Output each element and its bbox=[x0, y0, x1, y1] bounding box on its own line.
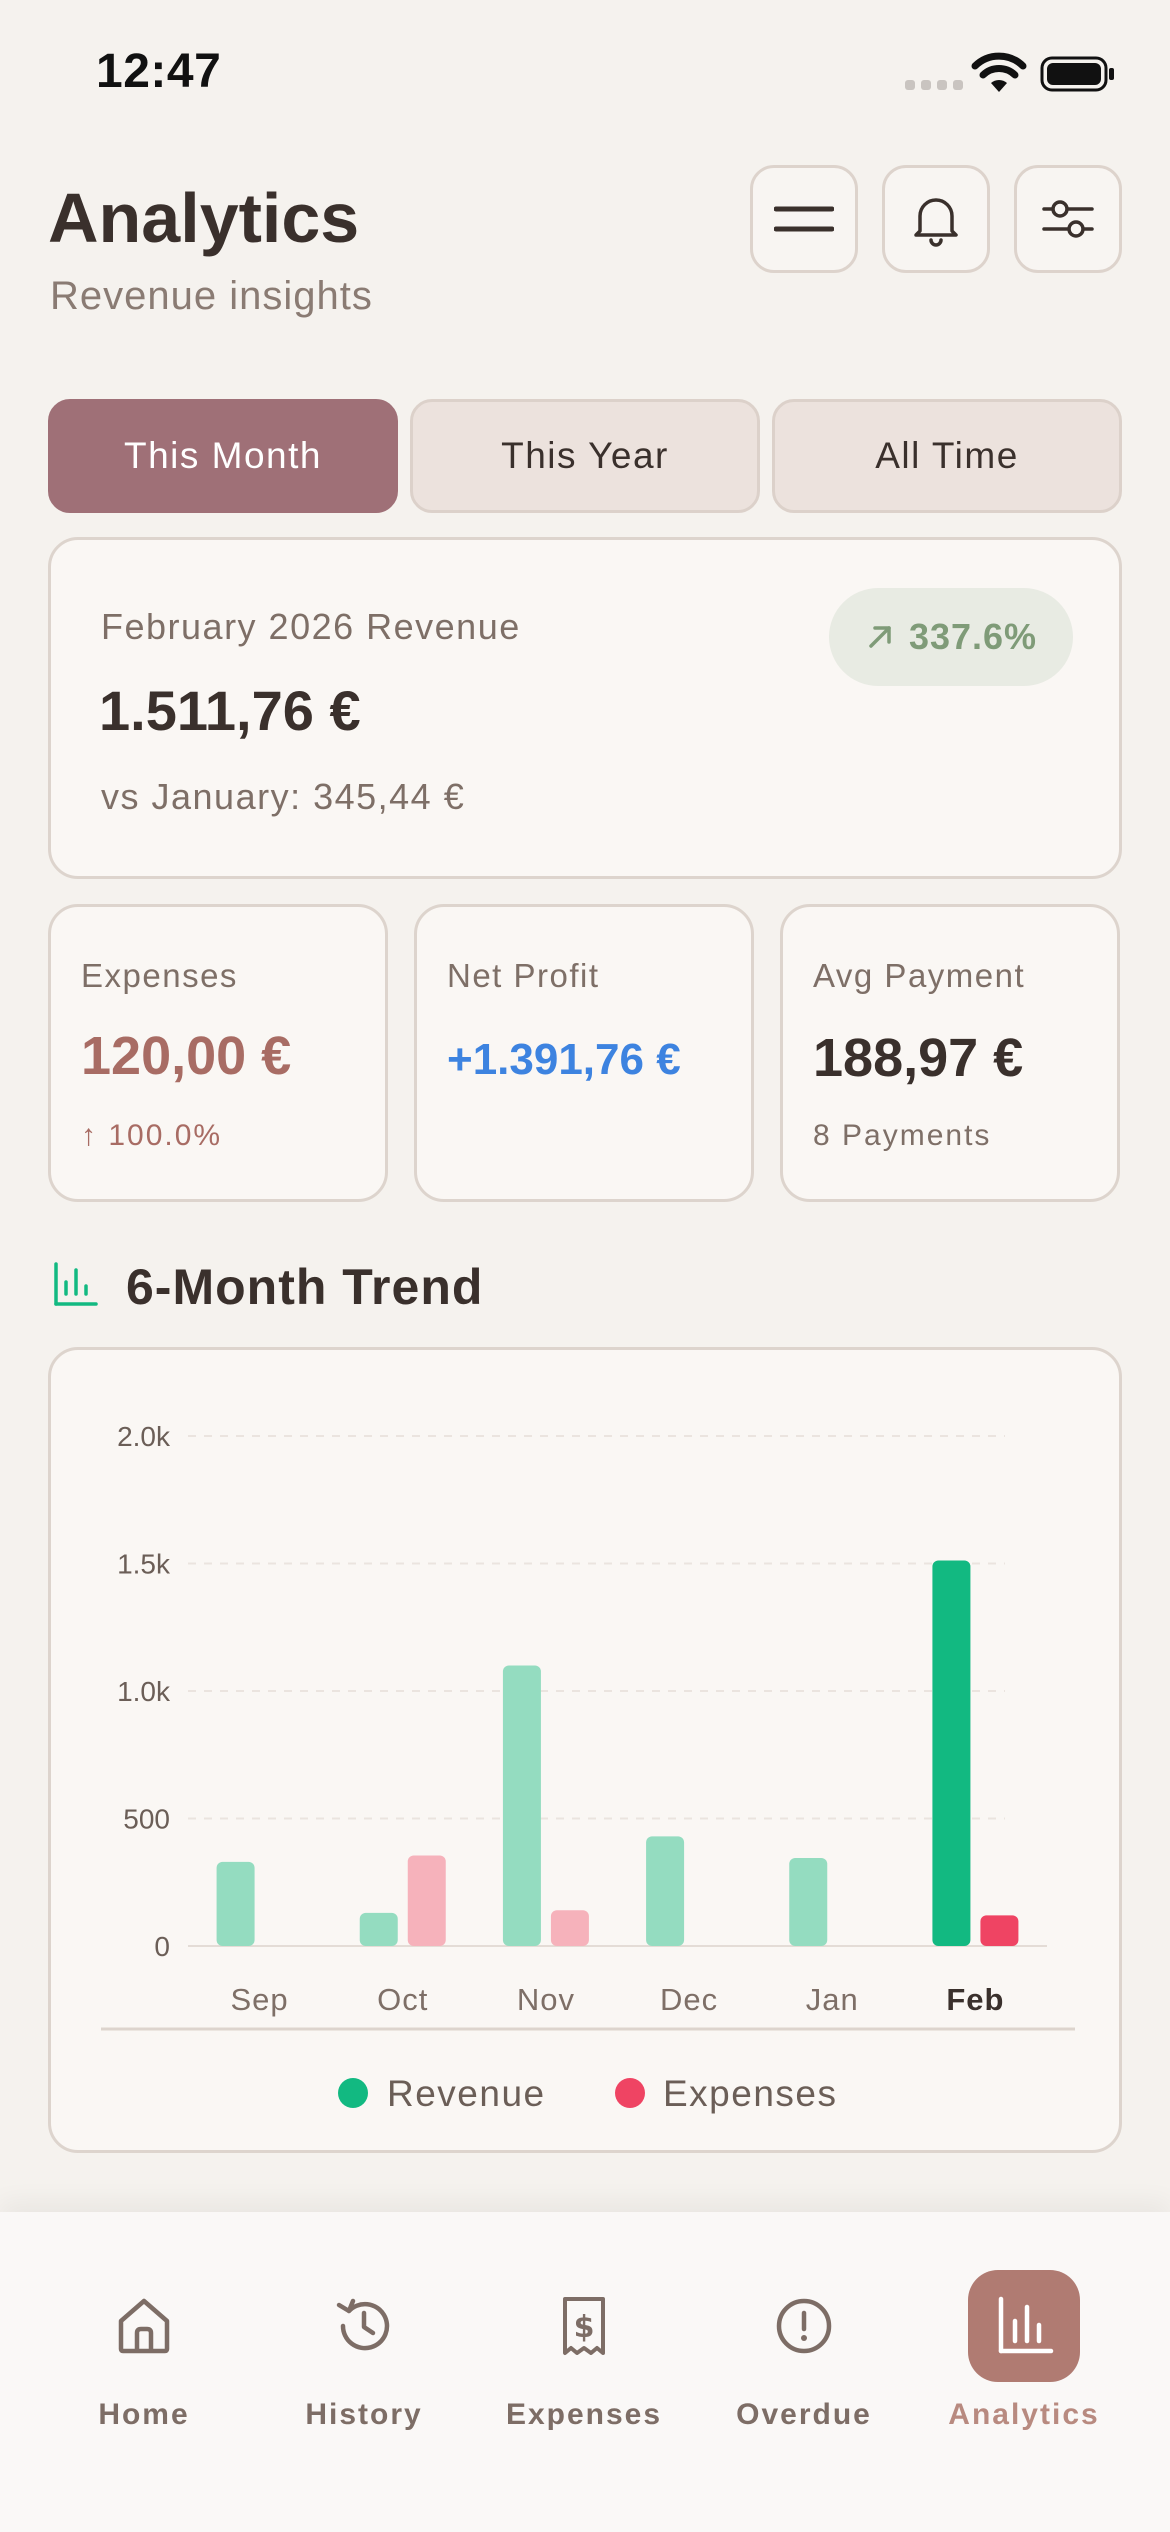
menu-button[interactable] bbox=[750, 165, 858, 273]
x-tick-label: Oct bbox=[377, 1982, 428, 2017]
revenue-change-badge: 337.6% bbox=[829, 588, 1073, 686]
expenses-change: ↑ 100.0% bbox=[81, 1119, 222, 1153]
legend-expenses-label: Expenses bbox=[663, 2073, 838, 2114]
history-icon bbox=[336, 2298, 390, 2351]
nav-home[interactable]: Home bbox=[44, 2270, 244, 2450]
y-tick-label: 500 bbox=[123, 1804, 170, 1835]
revenue-value: 1.511,76 € bbox=[99, 679, 361, 742]
filters-button[interactable] bbox=[1014, 165, 1122, 273]
x-tick-label: Nov bbox=[517, 1982, 575, 2017]
expenses-label: Expenses bbox=[81, 957, 238, 994]
y-tick-label: 1.5k bbox=[117, 1549, 171, 1580]
y-tick-label: 1.0k bbox=[117, 1676, 171, 1707]
trend-title: 6-Month Trend bbox=[126, 1259, 484, 1315]
arrow-up-icon: ↑ bbox=[81, 1119, 109, 1152]
avg-payment-count: 8 Payments bbox=[813, 1119, 992, 1152]
revenue-bar bbox=[502, 1665, 541, 1946]
revenue-bar bbox=[789, 1858, 828, 1946]
bell-icon bbox=[914, 198, 958, 247]
revenue-bar bbox=[932, 1560, 971, 1946]
bar-chart-icon bbox=[54, 1262, 98, 1306]
tab-all-time[interactable]: All Time bbox=[772, 399, 1122, 513]
legend-revenue-label: Revenue bbox=[387, 2073, 546, 2114]
nav-overdue-label: Overdue bbox=[736, 2398, 872, 2431]
page-title: Analytics bbox=[48, 179, 360, 257]
tab-this-month[interactable]: This Month bbox=[48, 399, 398, 513]
x-tick-label: Feb bbox=[946, 1982, 1004, 2017]
sliders-icon bbox=[1042, 200, 1094, 238]
expenses-bar bbox=[980, 1915, 1019, 1946]
x-tick-label: Sep bbox=[230, 1982, 288, 2017]
avg-payment-value: 188,97 € bbox=[813, 1028, 1024, 1088]
net-profit-label: Net Profit bbox=[447, 957, 600, 994]
revenue-bar bbox=[216, 1861, 255, 1946]
signal-icon bbox=[905, 80, 963, 90]
bottom-nav: Home History $ Expenses Overdue Analytic… bbox=[0, 2212, 1170, 2532]
svg-text:$: $ bbox=[574, 2310, 595, 2345]
y-tick-label: 0 bbox=[154, 1931, 170, 1962]
expenses-card: Expenses 120,00 € ↑ 100.0% bbox=[48, 904, 388, 1202]
nav-expenses-label: Expenses bbox=[505, 2398, 663, 2431]
legend-revenue-dot bbox=[338, 2078, 368, 2108]
avg-payment-label: Avg Payment bbox=[813, 957, 1026, 994]
revenue-change-value: 337.6% bbox=[908, 616, 1038, 657]
tab-this-year[interactable]: This Year bbox=[410, 399, 760, 513]
revenue-bar bbox=[646, 1836, 685, 1946]
expenses-change-value: 100.0% bbox=[108, 1119, 223, 1152]
revenue-label: February 2026 Revenue bbox=[101, 606, 521, 647]
avg-payment-card: Avg Payment 188,97 € 8 Payments bbox=[780, 904, 1120, 1202]
status-time: 12:47 bbox=[96, 45, 222, 98]
analytics-nav-icon bbox=[998, 2296, 1054, 2354]
nav-analytics-label: Analytics bbox=[948, 2398, 1100, 2431]
home-icon bbox=[118, 2298, 170, 2354]
x-tick-label: Jan bbox=[806, 1982, 859, 2017]
x-tick-label: Dec bbox=[660, 1982, 718, 2017]
net-profit-value: +1.391,76 € bbox=[447, 1035, 681, 1084]
nav-history[interactable]: History bbox=[264, 2270, 464, 2450]
y-tick-label: 2.0k bbox=[117, 1421, 171, 1452]
expenses-bar bbox=[407, 1855, 446, 1946]
battery-icon bbox=[1040, 56, 1114, 92]
trend-chart-card: 0 500 1.0k 1.5k 2.0k Sep Oct Nov Dec Jan Feb Revenu… bbox=[48, 1347, 1122, 2153]
notifications-button[interactable] bbox=[882, 165, 990, 273]
page-subtitle: Revenue insights bbox=[50, 274, 373, 318]
revenue-comparison: vs January: 345,44 € bbox=[101, 776, 466, 817]
receipt-icon: $ bbox=[563, 2297, 605, 2355]
trend-chart: 0 500 1.0k 1.5k 2.0k Sep Oct Nov Dec Jan Feb Revenu… bbox=[101, 1421, 1075, 2114]
nav-analytics[interactable]: Analytics bbox=[924, 2270, 1124, 2450]
revenue-card: February 2026 Revenue 1.511,76 € vs Janu… bbox=[48, 537, 1122, 879]
status-bar: 12:47 bbox=[0, 0, 1170, 150]
net-profit-card: Net Profit +1.391,76 € bbox=[414, 904, 754, 1202]
revenue-bar bbox=[359, 1912, 398, 1946]
nav-expenses[interactable]: $ Expenses bbox=[484, 2270, 684, 2450]
menu-icon bbox=[774, 206, 834, 232]
nav-history-label: History bbox=[305, 2398, 423, 2431]
arrow-up-right-icon bbox=[869, 626, 891, 648]
expenses-value: 120,00 € bbox=[81, 1026, 292, 1086]
legend-expenses-dot bbox=[615, 2078, 645, 2108]
nav-overdue[interactable]: Overdue bbox=[704, 2270, 904, 2450]
nav-home-label: Home bbox=[98, 2398, 190, 2431]
expenses-bar bbox=[550, 1910, 589, 1946]
wifi-icon bbox=[971, 52, 1027, 92]
alert-circle-icon bbox=[776, 2298, 832, 2354]
